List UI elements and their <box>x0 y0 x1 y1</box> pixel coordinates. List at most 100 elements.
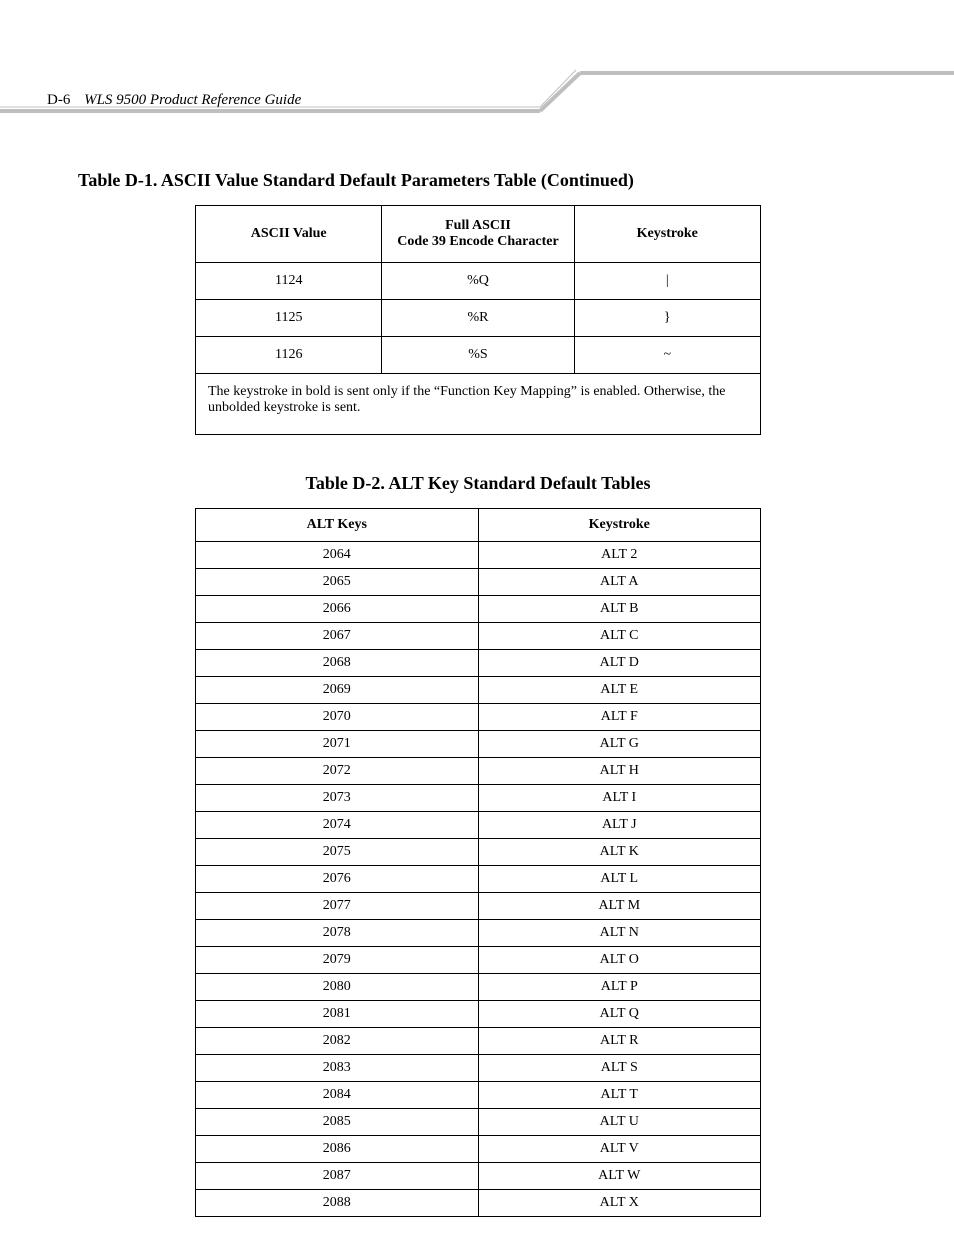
cell-key: 2082 <box>196 1028 479 1055</box>
table-d2-title: Table D-2. ALT Key Standard Default Tabl… <box>78 473 878 494</box>
table-row: 2077ALT M <box>196 893 761 920</box>
cell-key: 2088 <box>196 1190 479 1217</box>
table-row: 2067ALT C <box>196 623 761 650</box>
cell-stroke: ALT A <box>478 569 761 596</box>
cell-key: 2073 <box>196 785 479 812</box>
cell-stroke: ALT R <box>478 1028 761 1055</box>
table-row: 2073ALT I <box>196 785 761 812</box>
cell-stroke: ALT H <box>478 758 761 785</box>
page-number: D-6 <box>47 92 70 108</box>
table-row: 2081ALT Q <box>196 1001 761 1028</box>
cell-key: 2086 <box>196 1136 479 1163</box>
cell-key: 2087 <box>196 1163 479 1190</box>
cell-stroke: ALT M <box>478 893 761 920</box>
table-row: 2074ALT J <box>196 812 761 839</box>
cell-stroke: ALT O <box>478 947 761 974</box>
table-row: 2085ALT U <box>196 1109 761 1136</box>
ascii-values-table: ASCII Value Full ASCII Code 39 Encode Ch… <box>195 205 761 435</box>
cell-key: 2071 <box>196 731 479 758</box>
table-row: 1126%S~ <box>196 337 761 374</box>
cell-key: 2085 <box>196 1109 479 1136</box>
table-row: 2070ALT F <box>196 704 761 731</box>
cell-stroke: ALT D <box>478 650 761 677</box>
page-content: Table D-1. ASCII Value Standard Default … <box>78 160 878 1217</box>
cell-stroke: ALT B <box>478 596 761 623</box>
cell-stroke: ALT G <box>478 731 761 758</box>
cell-keystroke: ~ <box>574 337 760 374</box>
table2-body: 2064ALT 22065ALT A2066ALT B2067ALT C2068… <box>196 542 761 1217</box>
cell-stroke: ALT U <box>478 1109 761 1136</box>
table-row: 2066ALT B <box>196 596 761 623</box>
table-row: 2064ALT 2 <box>196 542 761 569</box>
cell-key: 2079 <box>196 947 479 974</box>
cell-stroke: ALT W <box>478 1163 761 1190</box>
col-encode-char: Full ASCII Code 39 Encode Character <box>382 206 574 263</box>
table-row: 2069ALT E <box>196 677 761 704</box>
table-row: 2076ALT L <box>196 866 761 893</box>
col-alt-keys: ALT Keys <box>196 509 479 542</box>
table1-footnote: The keystroke in bold is sent only if th… <box>196 374 761 435</box>
table-row: 2087ALT W <box>196 1163 761 1190</box>
table-row: 2078ALT N <box>196 920 761 947</box>
table-row: 2065ALT A <box>196 569 761 596</box>
alt-keys-table: ALT Keys Keystroke 2064ALT 22065ALT A206… <box>195 508 761 1217</box>
table-row: 2084ALT T <box>196 1082 761 1109</box>
cell-key: 2084 <box>196 1082 479 1109</box>
cell-stroke: ALT V <box>478 1136 761 1163</box>
col-encode-line2: Code 39 Encode Character <box>397 234 558 249</box>
cell-stroke: ALT Q <box>478 1001 761 1028</box>
cell-ascii: 1126 <box>196 337 382 374</box>
cell-key: 2069 <box>196 677 479 704</box>
table-row: 2088ALT X <box>196 1190 761 1217</box>
guide-title: WLS 9500 Product Reference Guide <box>84 92 301 108</box>
table-row: 1125%R} <box>196 300 761 337</box>
cell-stroke: ALT E <box>478 677 761 704</box>
running-header: D-6 WLS 9500 Product Reference Guide <box>47 92 301 109</box>
cell-key: 2067 <box>196 623 479 650</box>
cell-ascii: 1124 <box>196 263 382 300</box>
cell-keystroke: } <box>574 300 760 337</box>
cell-key: 2074 <box>196 812 479 839</box>
cell-key: 2066 <box>196 596 479 623</box>
cell-keystroke: | <box>574 263 760 300</box>
col-alt-keystroke: Keystroke <box>478 509 761 542</box>
cell-stroke: ALT F <box>478 704 761 731</box>
cell-stroke: ALT N <box>478 920 761 947</box>
table-row: 2068ALT D <box>196 650 761 677</box>
cell-stroke: ALT T <box>478 1082 761 1109</box>
table-row: 2086ALT V <box>196 1136 761 1163</box>
cell-stroke: ALT S <box>478 1055 761 1082</box>
cell-stroke: ALT J <box>478 812 761 839</box>
col-encode-line1: Full ASCII <box>445 218 511 233</box>
table-row: 2072ALT H <box>196 758 761 785</box>
cell-encode: %S <box>382 337 574 374</box>
cell-stroke: ALT L <box>478 866 761 893</box>
cell-stroke: ALT 2 <box>478 542 761 569</box>
table-row: 2082ALT R <box>196 1028 761 1055</box>
cell-key: 2064 <box>196 542 479 569</box>
cell-stroke: ALT X <box>478 1190 761 1217</box>
table-row: 2075ALT K <box>196 839 761 866</box>
cell-key: 2065 <box>196 569 479 596</box>
cell-key: 2072 <box>196 758 479 785</box>
table-row: 1124%Q| <box>196 263 761 300</box>
col-ascii-value: ASCII Value <box>196 206 382 263</box>
cell-stroke: ALT C <box>478 623 761 650</box>
table-row: 2079ALT O <box>196 947 761 974</box>
cell-key: 2068 <box>196 650 479 677</box>
table-row: 2083ALT S <box>196 1055 761 1082</box>
col-keystroke: Keystroke <box>574 206 760 263</box>
cell-encode: %R <box>382 300 574 337</box>
cell-stroke: ALT I <box>478 785 761 812</box>
table1-body: 1124%Q|1125%R}1126%S~ <box>196 263 761 374</box>
cell-ascii: 1125 <box>196 300 382 337</box>
table-row: 2071ALT G <box>196 731 761 758</box>
cell-key: 2083 <box>196 1055 479 1082</box>
cell-key: 2070 <box>196 704 479 731</box>
cell-stroke: ALT P <box>478 974 761 1001</box>
table-d1-title: Table D-1. ASCII Value Standard Default … <box>78 170 878 191</box>
table-row: 2080ALT P <box>196 974 761 1001</box>
cell-encode: %Q <box>382 263 574 300</box>
cell-key: 2081 <box>196 1001 479 1028</box>
cell-stroke: ALT K <box>478 839 761 866</box>
